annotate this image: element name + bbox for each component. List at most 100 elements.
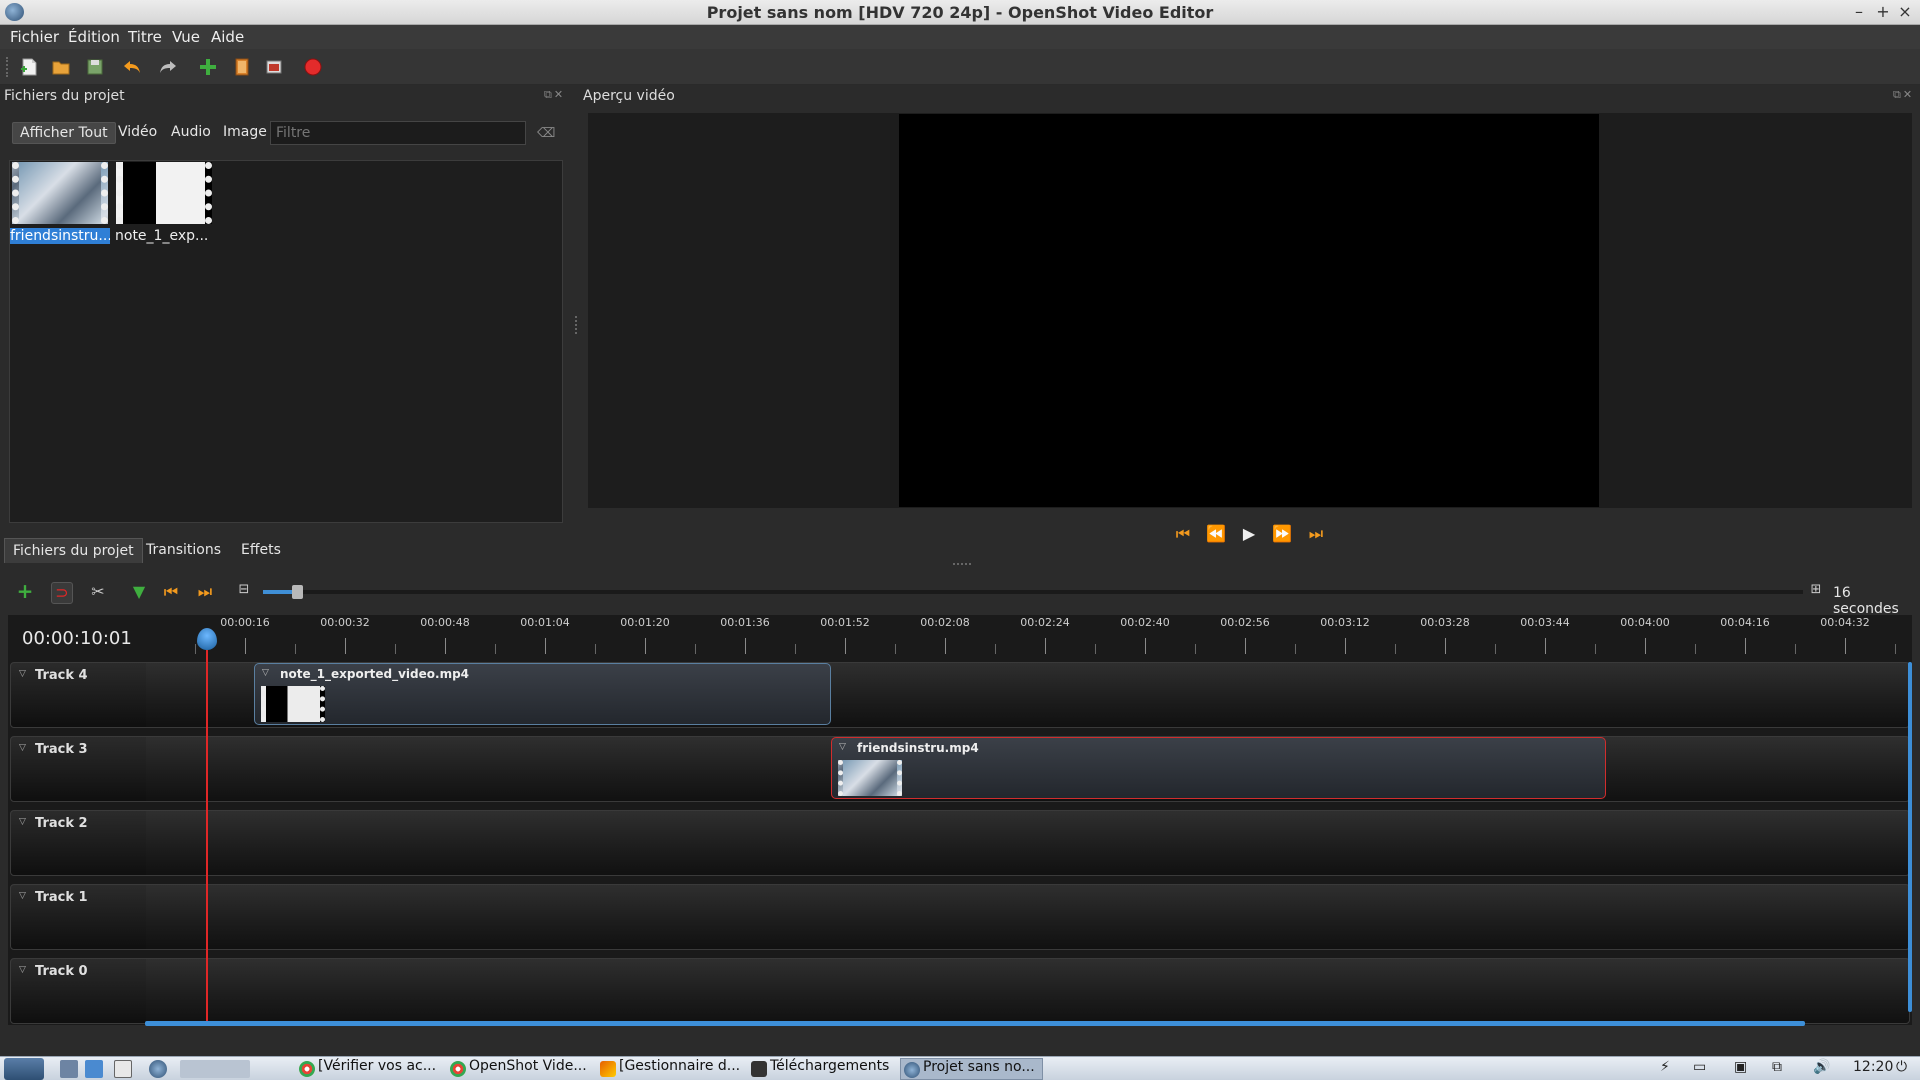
browser-window-icon[interactable] (114, 1060, 132, 1078)
filter-video[interactable]: Vidéo (111, 122, 164, 142)
minimize-button[interactable]: – (1850, 2, 1868, 22)
track-row[interactable]: ▽ Track 1 (10, 884, 1910, 950)
redo-icon[interactable] (158, 57, 178, 77)
track-expand-icon[interactable]: ▽ (19, 669, 26, 679)
snapping-icon[interactable]: ⊃ (51, 582, 73, 604)
shutdown-icon[interactable]: ⏻ (1896, 1059, 1907, 1075)
menu-titre[interactable]: Titre (128, 28, 162, 46)
start-menu-icon[interactable] (4, 1058, 44, 1080)
task-chrome-accounts[interactable]: [Vérifier vos ac... (296, 1058, 436, 1080)
project-files-title: Fichiers du projet (4, 88, 125, 104)
video-screen[interactable] (899, 114, 1599, 507)
file-label-note[interactable]: note_1_exp... (115, 228, 215, 244)
razor-icon[interactable]: ✂ (87, 582, 109, 604)
openshot-icon (904, 1062, 920, 1078)
clip-friendsinstru[interactable]: ▽ friendsinstru.mp4 (831, 737, 1606, 799)
jump-start-icon[interactable]: ⏮ (1172, 524, 1194, 544)
video-preview-dock-icons[interactable]: ⧉✕ (1893, 88, 1914, 102)
file-thumbnail-note[interactable] (116, 162, 212, 224)
ruler-major-tick (645, 638, 646, 654)
track-header[interactable]: ▽ Track 4 (11, 663, 146, 727)
new-project-icon[interactable] (19, 57, 39, 77)
task-openshot-project[interactable]: Projet sans no... (900, 1058, 1043, 1080)
previous-marker-icon[interactable]: ⏮ (160, 582, 182, 604)
timeline-horizontal-scrollbar[interactable] (145, 1021, 1805, 1026)
filter-input[interactable] (270, 121, 526, 145)
track-expand-icon[interactable]: ▽ (19, 817, 26, 827)
menu-vue[interactable]: Vue (172, 28, 200, 46)
track-header[interactable]: ▽ Track 3 (11, 737, 146, 801)
menu-fichier[interactable]: Fichier (10, 28, 59, 46)
tab-project-files[interactable]: Fichiers du projet (4, 538, 143, 563)
filter-audio[interactable]: Audio (164, 122, 218, 142)
tab-effects[interactable]: Effets (233, 538, 289, 562)
timeline-vertical-scrollbar[interactable] (1908, 662, 1912, 1012)
cast-screen-icon[interactable]: ▭ (1693, 1059, 1706, 1075)
undo-icon[interactable] (122, 57, 142, 77)
ruler-major-tick (445, 638, 446, 654)
volume-icon[interactable]: 🔊 (1813, 1059, 1830, 1075)
track-header[interactable]: ▽ Track 1 (11, 885, 146, 949)
track-expand-icon[interactable]: ▽ (19, 743, 26, 753)
clip-thumbnail (261, 686, 325, 722)
zoom-in-icon[interactable]: ⊞ (1805, 582, 1827, 604)
track-row[interactable]: ▽ Track 2 (10, 810, 1910, 876)
panel-splitter[interactable] (575, 316, 578, 334)
add-marker-icon[interactable]: ▼ (128, 582, 150, 604)
workspace-switcher[interactable] (180, 1060, 250, 1078)
clip-menu-icon[interactable]: ▽ (839, 742, 846, 752)
clipboard-icon[interactable]: ▣ (1734, 1059, 1747, 1075)
track-row[interactable]: ▽ Track 0 (10, 958, 1910, 1024)
open-project-icon[interactable] (51, 57, 71, 77)
filter-show-all[interactable]: Afficher Tout (12, 122, 116, 144)
fullscreen-icon[interactable] (264, 57, 284, 77)
menu-aide[interactable]: Aide (211, 28, 244, 46)
task-chrome-openshot[interactable]: OpenShot Vide... (447, 1058, 595, 1080)
menu-edition[interactable]: Édition (68, 28, 120, 46)
play-icon[interactable]: ▶ (1238, 524, 1260, 544)
save-project-icon[interactable] (85, 57, 105, 77)
track-expand-icon[interactable]: ▽ (19, 891, 26, 901)
playhead-handle[interactable] (197, 628, 217, 650)
ruler-major-tick (1445, 638, 1446, 654)
ruler-major-tick (245, 638, 246, 654)
track-header[interactable]: ▽ Track 2 (11, 811, 146, 875)
zoom-slider-track[interactable] (263, 590, 1803, 594)
show-desktop-icon[interactable] (60, 1060, 78, 1078)
project-files-dock-icons[interactable]: ⧉✕ (544, 88, 565, 102)
export-video-icon[interactable] (303, 57, 323, 77)
ruler-major-tick (945, 638, 946, 654)
track-row[interactable]: ▽ Track 3 ▽ friendsinstru.mp4 (10, 736, 1910, 802)
next-marker-icon[interactable]: ⏭ (194, 582, 216, 604)
clip-menu-icon[interactable]: ▽ (262, 668, 269, 678)
ruler-minor-tick (1095, 644, 1096, 654)
choose-profile-icon[interactable] (232, 57, 252, 77)
track-expand-icon[interactable]: ▽ (19, 965, 26, 975)
zoom-slider-handle[interactable] (292, 585, 303, 599)
ruler-label: 00:02:08 (920, 616, 970, 629)
network-icon[interactable]: ⧉ (1772, 1059, 1782, 1075)
zoom-out-icon[interactable]: ⊟ (233, 582, 255, 604)
file-thumbnail-friendsinstru[interactable] (12, 162, 108, 224)
fast-forward-icon[interactable]: ⏩ (1271, 524, 1293, 544)
task-firefox-manager[interactable]: [Gestionnaire d... (597, 1058, 742, 1080)
track-header[interactable]: ▽ Track 0 (11, 959, 146, 1023)
file-label-friendsinstru[interactable]: friendsinstru... (10, 228, 110, 244)
clip-note-1-exported-video[interactable]: ▽ note_1_exported_video.mp4 (254, 663, 831, 725)
zoom-level-label: 16 secondes (1833, 585, 1899, 617)
close-button[interactable]: × (1896, 2, 1914, 22)
openshot-launcher-icon[interactable] (149, 1060, 167, 1078)
track-row[interactable]: ▽ Track 4 ▽ note_1_exported_video.mp4 (10, 662, 1910, 728)
import-files-icon[interactable] (198, 57, 218, 77)
maximize-button[interactable]: + (1874, 2, 1892, 22)
horizontal-splitter[interactable] (953, 563, 971, 565)
jump-end-icon[interactable]: ⏭ (1305, 524, 1327, 544)
filter-image[interactable]: Image (216, 122, 274, 142)
rewind-icon[interactable]: ⏪ (1205, 524, 1227, 544)
tab-transitions[interactable]: Transitions (138, 538, 229, 562)
add-track-icon[interactable]: + (14, 579, 36, 603)
clear-filter-icon[interactable]: ⌫ (537, 126, 555, 141)
task-downloads[interactable]: Téléchargements (748, 1058, 896, 1080)
file-manager-icon[interactable] (85, 1060, 103, 1078)
power-charging-icon[interactable]: ⚡ (1660, 1059, 1670, 1075)
